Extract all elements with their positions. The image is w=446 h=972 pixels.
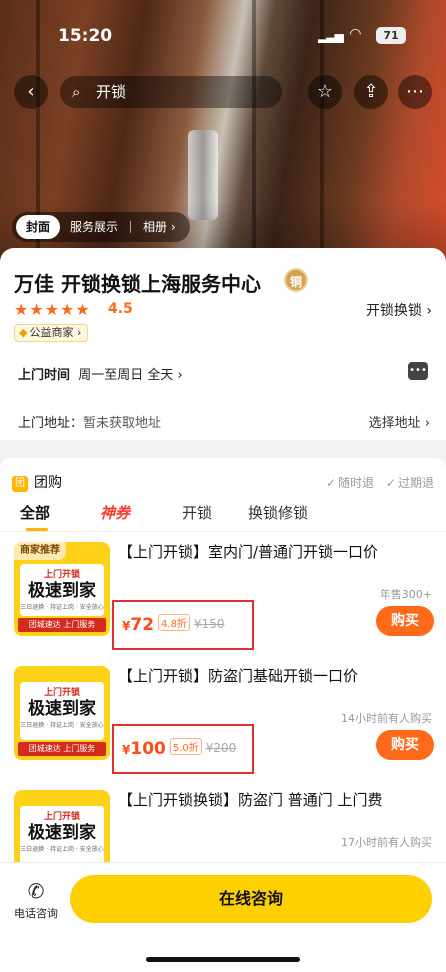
shop-name: 万佳 开锁换锁上海服务中心 (14, 272, 261, 296)
original-price: ¥200 (205, 741, 237, 755)
thumb-footer: 团城速达 上门服务 (18, 618, 106, 632)
online-consult-button[interactable]: 在线咨询 (70, 875, 432, 923)
message-icon[interactable]: ••• (408, 362, 428, 380)
badge-label: 公益商家 › (29, 326, 82, 339)
top-navbar: ‹ ⌕ 开锁 ☆ ⇪ ⋯ (0, 74, 446, 110)
tab-cover[interactable]: 封面 (16, 215, 61, 239)
hours-value: 周一至周日 全天 › (78, 368, 183, 383)
search-input[interactable]: ⌕ 开锁 (60, 76, 282, 108)
address-value: 暂未获取地址 (83, 416, 162, 431)
deal-sales: 14小时前有人购买 (341, 712, 432, 725)
deal-item[interactable]: 上门开锁 极速到家 三日退换 · 持证上岗 · 安全放心 团城速达 上门服务 【… (0, 666, 446, 790)
thumb-note: 三日退换 · 持证上岗 · 安全放心 (20, 722, 104, 729)
bottom-action-bar: ✆ 电话咨询 在线咨询 (0, 862, 446, 972)
signal-icon: ▂▃▅ (318, 29, 344, 43)
share-icon: ⇪ (363, 81, 379, 102)
service-hours-row[interactable]: 上门时间 周一至周日 全天 › (18, 364, 183, 383)
rating-score: 4.5 (108, 301, 133, 317)
chevron-left-icon: ‹ (27, 81, 35, 102)
group-buy-section: 团团购 ✓ 随时退 ✓ 过期退 全部 神券 开锁 换锁修锁 商家推荐 上门开锁 极速… (0, 458, 446, 878)
favorite-button[interactable]: ☆ (308, 75, 342, 109)
phone-consult-label: 电话咨询 (14, 907, 58, 920)
deal-price: ¥100 5.0折 ¥200 (122, 738, 237, 759)
tab-all[interactable]: 全部 (20, 502, 50, 523)
price-highlight-box: ¥100 5.0折 ¥200 (112, 724, 254, 774)
deal-thumbnail: 商家推荐 上门开锁 极速到家 三日退换 · 持证上岗 · 安全放心 团城速达 上… (14, 542, 110, 636)
choose-address-link[interactable]: 选择地址 › (369, 412, 430, 431)
thumb-title: 极速到家 (28, 823, 96, 843)
tab-lock-replace[interactable]: 换锁修锁 (248, 502, 308, 523)
address-label: 上门地址： (18, 416, 84, 431)
status-bar: 15:20 ▂▃▅ ◠ 71 (0, 26, 446, 48)
wifi-icon: ◠ (350, 26, 361, 42)
deal-title: 【上门开锁】室内门/普通门开锁一口价 (118, 543, 379, 561)
tab-album[interactable]: 相册 › (133, 215, 186, 239)
address-row: 上门地址：暂未获取地址 (18, 412, 161, 431)
deal-sales: 年售300+ (379, 588, 432, 601)
phone-icon: ✆ (27, 879, 45, 903)
group-buy-label: 团购 (34, 475, 62, 491)
rating-stars: ★★★★★ (14, 300, 91, 319)
search-text: 开锁 (96, 83, 127, 101)
thumb-footer: 团城速达 上门服务 (18, 742, 106, 756)
share-button[interactable]: ⇪ (354, 75, 388, 109)
discount-badge: 5.0折 (169, 738, 202, 755)
thumb-subtitle: 上门开锁 (43, 688, 80, 698)
deal-title: 【上门开锁】防盗门基础开锁一口价 (118, 667, 359, 685)
tab-coupons[interactable]: 神券 (100, 502, 130, 523)
battery-icon: 71 (376, 27, 406, 44)
deal-sales: 17小时前有人购买 (341, 836, 432, 849)
guarantees: ✓ 随时退 ✓ 过期退 (318, 474, 434, 491)
merchant-recommend-tag: 商家推荐 (14, 542, 66, 560)
phone-consult-button[interactable]: ✆ 电话咨询 (10, 879, 62, 921)
guarantee-expired-refund: 过期退 (397, 476, 434, 490)
group-buy-icon: 团 (12, 476, 28, 492)
thumb-note: 三日退换 · 持证上岗 · 安全放心 (20, 846, 104, 853)
active-tab-indicator (26, 528, 48, 531)
star-icon: ☆ (316, 81, 334, 102)
tab-unlock[interactable]: 开锁 (182, 502, 212, 523)
home-indicator (146, 957, 300, 962)
thumb-subtitle: 上门开锁 (43, 570, 80, 580)
media-tabs: 封面 服务展示 相册 › (12, 212, 190, 242)
check-circle-icon: ✓ (385, 476, 396, 490)
shop-category-link[interactable]: 开锁换锁 › (366, 300, 432, 320)
bronze-medal-icon: 铜 (284, 268, 308, 292)
shop-info-card: 万佳 开锁换锁上海服务中心 铜 ★★★★★ 4.5 开锁换锁 › ◆ 公益商家 ›… (0, 248, 446, 440)
deal-tabs: 全部 神券 开锁 换锁修锁 (0, 500, 446, 532)
tab-service-showcase[interactable]: 服务展示 (60, 215, 128, 239)
status-time: 15:20 (58, 26, 113, 46)
deal-item[interactable]: 商家推荐 上门开锁 极速到家 三日退换 · 持证上岗 · 安全放心 团城速达 上… (0, 542, 446, 666)
price-highlight-box: ¥72 4.8折 ¥150 (112, 600, 254, 650)
thumb-subtitle: 上门开锁 (43, 812, 80, 822)
buy-button[interactable]: 购买 (376, 606, 434, 636)
more-button[interactable]: ⋯ (398, 75, 432, 109)
diamond-icon: ◆ (19, 326, 28, 339)
original-price: ¥150 (193, 617, 225, 631)
group-buy-header: 团团购 (12, 472, 62, 492)
back-button[interactable]: ‹ (14, 75, 48, 109)
thumb-title: 极速到家 (28, 581, 96, 601)
more-icon: ⋯ (406, 81, 424, 102)
divider (130, 221, 132, 233)
search-icon: ⌕ (72, 83, 81, 101)
thumb-note: 三日退换 · 持证上岗 · 安全放心 (20, 604, 104, 611)
hours-label: 上门时间 (18, 368, 71, 383)
charity-merchant-badge[interactable]: ◆ 公益商家 › (14, 324, 89, 342)
check-circle-icon: ✓ (326, 476, 337, 490)
discount-badge: 4.8折 (158, 614, 190, 631)
buy-button[interactable]: 购买 (376, 730, 434, 760)
deal-thumbnail: 上门开锁 极速到家 三日退换 · 持证上岗 · 安全放心 团城速达 上门服务 (14, 666, 110, 760)
guarantee-anytime-refund: 随时退 (338, 476, 375, 490)
deal-title: 【上门开锁换锁】防盗门 普通门 上门费 (118, 791, 383, 809)
deal-price: ¥72 4.8折 ¥150 (122, 614, 225, 635)
thumb-title: 极速到家 (28, 699, 96, 719)
